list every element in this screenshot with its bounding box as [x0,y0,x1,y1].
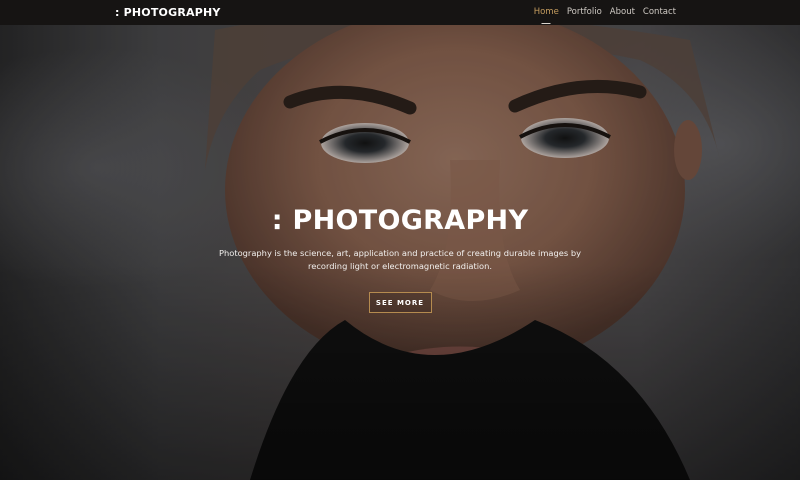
hero-title: : PHOTOGRAPHY [271,205,529,236]
nav-menu: Home Portfolio About Contact [534,0,676,25]
brand-logo[interactable]: : PHOTOGRAPHY [115,6,221,19]
hero-content: : PHOTOGRAPHY Photography is the science… [0,204,800,313]
hero-description: Photography is the science, art, applica… [218,248,582,271]
nav-item-contact[interactable]: Contact [643,7,676,18]
nav-item-home[interactable]: Home [534,7,559,18]
landing-page: : PHOTOGRAPHY Home Portfolio About Conta… [0,0,800,480]
see-more-button[interactable]: SEE MORE [368,292,432,313]
top-navbar: : PHOTOGRAPHY Home Portfolio About Conta… [0,0,800,25]
nav-item-portfolio[interactable]: Portfolio [567,7,602,18]
nav-item-about[interactable]: About [610,7,635,18]
